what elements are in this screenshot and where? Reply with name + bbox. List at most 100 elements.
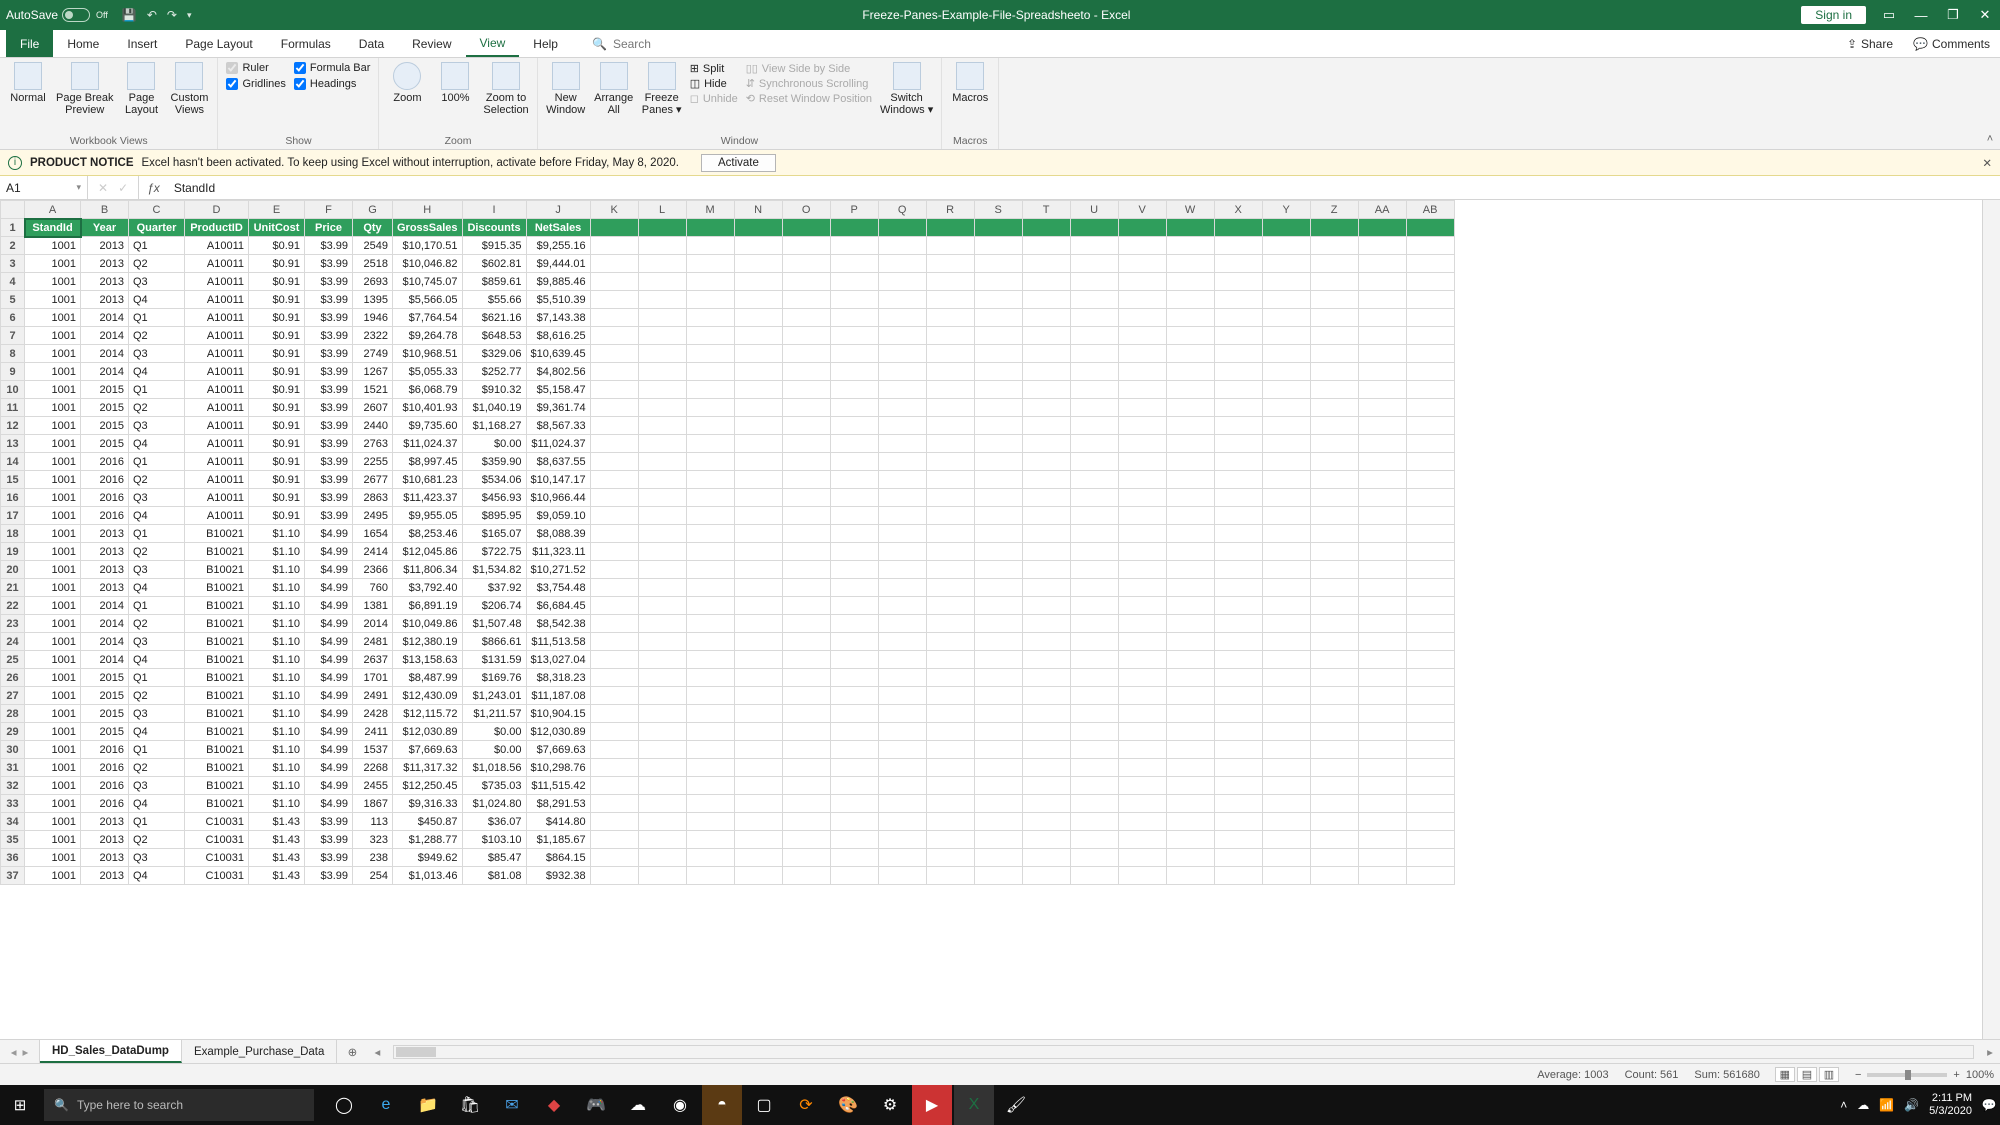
cell[interactable] (1262, 507, 1310, 525)
column-header-Q[interactable]: Q (878, 201, 926, 219)
cell[interactable] (1358, 291, 1406, 309)
cell[interactable]: $10,049.86 (393, 615, 463, 633)
cell[interactable] (974, 435, 1022, 453)
cell[interactable]: $252.77 (462, 363, 526, 381)
cell[interactable] (1166, 723, 1214, 741)
cell[interactable] (1310, 597, 1358, 615)
cell[interactable] (830, 615, 878, 633)
cell[interactable] (878, 489, 926, 507)
cell[interactable]: $4.99 (305, 777, 353, 795)
cell[interactable] (590, 363, 638, 381)
cell[interactable]: Q4 (129, 795, 185, 813)
cell[interactable]: $12,045.86 (393, 543, 463, 561)
freeze-panes-button[interactable]: Freeze Panes ▾ (642, 62, 682, 116)
cell[interactable]: $4.99 (305, 597, 353, 615)
cell[interactable] (686, 327, 734, 345)
cell[interactable] (1022, 471, 1070, 489)
row-header-14[interactable]: 14 (1, 453, 25, 471)
cell[interactable] (1358, 453, 1406, 471)
cell[interactable]: $3.99 (305, 381, 353, 399)
cell[interactable] (734, 435, 782, 453)
cell[interactable]: $4.99 (305, 561, 353, 579)
cell[interactable] (686, 597, 734, 615)
cell[interactable]: A10011 (185, 345, 249, 363)
cell[interactable] (1118, 651, 1166, 669)
cell[interactable] (1070, 435, 1118, 453)
cell[interactable] (974, 759, 1022, 777)
cell[interactable]: Q4 (129, 579, 185, 597)
tab-page-layout[interactable]: Page Layout (171, 30, 266, 57)
cell[interactable]: 1001 (25, 273, 81, 291)
cell[interactable]: 2763 (353, 435, 393, 453)
cell[interactable] (1406, 507, 1454, 525)
system-tray[interactable]: ˄ ☁ 📶 🔊 (1830, 1098, 1929, 1112)
cell[interactable]: $12,115.72 (393, 705, 463, 723)
headings-checkbox[interactable]: Headings (294, 78, 371, 90)
row-header-6[interactable]: 6 (1, 309, 25, 327)
cell[interactable]: $3.99 (305, 327, 353, 345)
arrange-all-button[interactable]: Arrange All (594, 62, 634, 116)
cell[interactable]: A10011 (185, 417, 249, 435)
cell[interactable]: 1946 (353, 309, 393, 327)
cell[interactable] (1358, 633, 1406, 651)
cell[interactable] (686, 831, 734, 849)
cell[interactable] (1022, 561, 1070, 579)
cell[interactable] (878, 669, 926, 687)
cell[interactable] (926, 471, 974, 489)
cell[interactable] (590, 525, 638, 543)
cell[interactable]: 1001 (25, 831, 81, 849)
tray-chevron-icon[interactable]: ˄ (1840, 1098, 1847, 1112)
share-button[interactable]: ⇪ Share (1837, 30, 1903, 57)
cell[interactable]: $10,745.07 (393, 273, 463, 291)
cell[interactable]: 1001 (25, 543, 81, 561)
cell[interactable]: $165.07 (462, 525, 526, 543)
cell[interactable] (590, 759, 638, 777)
cell[interactable] (1166, 381, 1214, 399)
cell[interactable] (734, 219, 782, 237)
cell[interactable] (1022, 741, 1070, 759)
cell[interactable] (926, 435, 974, 453)
cell[interactable]: $1,185.67 (526, 831, 590, 849)
cell[interactable]: $3.99 (305, 345, 353, 363)
cell[interactable]: 2013 (81, 867, 129, 885)
cell[interactable] (734, 579, 782, 597)
cell[interactable] (1166, 741, 1214, 759)
cell[interactable] (1070, 795, 1118, 813)
horizontal-scrollbar[interactable] (393, 1045, 1974, 1059)
qat-customize-icon[interactable]: ▾ (187, 10, 192, 21)
cell[interactable] (1118, 525, 1166, 543)
cell[interactable] (686, 579, 734, 597)
cell[interactable]: $1,243.01 (462, 687, 526, 705)
cell[interactable] (926, 291, 974, 309)
cell[interactable] (686, 363, 734, 381)
cell[interactable]: $864.15 (526, 849, 590, 867)
column-header-G[interactable]: G (353, 201, 393, 219)
cell[interactable] (1262, 381, 1310, 399)
cell[interactable] (638, 219, 686, 237)
cell[interactable] (1070, 399, 1118, 417)
cell[interactable] (878, 363, 926, 381)
cell[interactable] (1022, 543, 1070, 561)
cell[interactable] (782, 831, 830, 849)
zoom-button[interactable]: Zoom (387, 62, 427, 104)
cell[interactable] (734, 651, 782, 669)
cell[interactable] (830, 543, 878, 561)
cell[interactable] (590, 291, 638, 309)
cell[interactable] (734, 291, 782, 309)
row-header-8[interactable]: 8 (1, 345, 25, 363)
cell[interactable]: Q1 (129, 525, 185, 543)
column-header-P[interactable]: P (830, 201, 878, 219)
cell[interactable] (878, 291, 926, 309)
tab-help[interactable]: Help (519, 30, 572, 57)
cell[interactable] (1118, 705, 1166, 723)
cell[interactable] (1358, 345, 1406, 363)
cell[interactable] (1022, 849, 1070, 867)
cell[interactable] (1022, 507, 1070, 525)
cell[interactable]: 2015 (81, 669, 129, 687)
cell[interactable] (1262, 867, 1310, 885)
cell[interactable]: Q1 (129, 237, 185, 255)
cell[interactable] (1070, 597, 1118, 615)
cell[interactable] (974, 741, 1022, 759)
cell[interactable]: $3.99 (305, 471, 353, 489)
cell[interactable] (1166, 831, 1214, 849)
